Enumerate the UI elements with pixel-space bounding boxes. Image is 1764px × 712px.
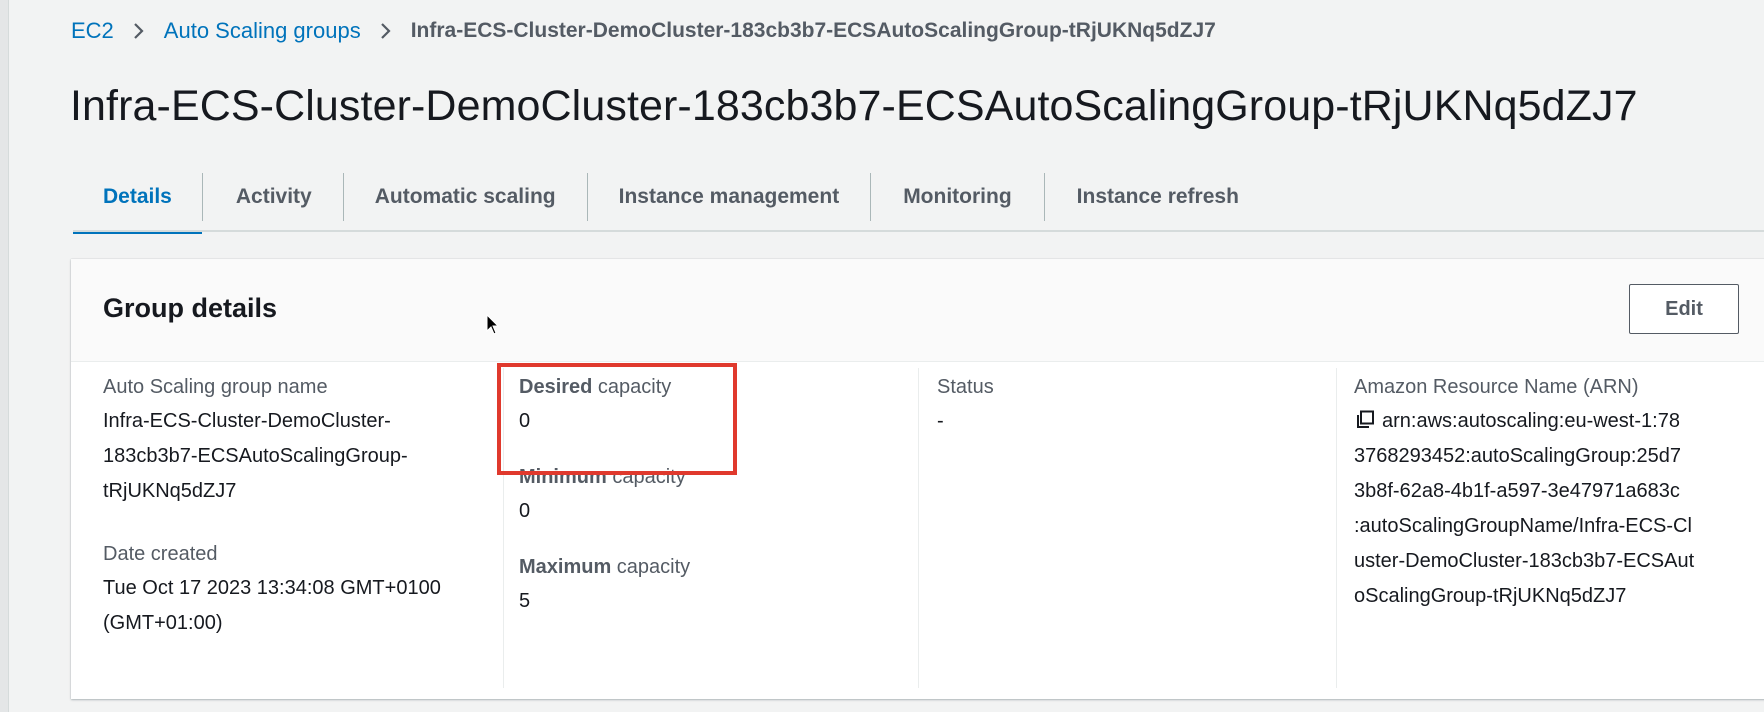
asg-name-label: Auto Scaling group name	[103, 376, 328, 398]
arn-line-text: arn:aws:autoscaling:eu-west-1:78	[1382, 410, 1680, 432]
date-created-line: Tue Oct 17 2023 13:34:08 GMT+0100	[103, 577, 441, 599]
group-details-panel: Group details Edit Auto Scaling group na…	[71, 259, 1764, 699]
arn-line: 3b8f-62a8-4b1f-a597-3e47971a683c	[1354, 480, 1680, 502]
maximum-capacity-label: Maximum capacity	[519, 552, 859, 582]
group-details-title: Group details	[103, 293, 278, 323]
desired-capacity-value: 0	[519, 410, 531, 432]
minimum-label-bold: Minimum	[519, 466, 607, 488]
mouse-cursor-icon	[486, 314, 500, 335]
chevron-right-icon	[114, 22, 164, 40]
tab-details[interactable]: Details	[73, 162, 202, 234]
breadcrumb: EC2 Auto Scaling groups Infra-ECS-Cluste…	[71, 16, 1216, 46]
arn-label: Amazon Resource Name (ARN)	[1354, 376, 1639, 398]
breadcrumb-current: Infra-ECS-Cluster-DemoCluster-183cb3b7-E…	[410, 19, 1216, 42]
chevron-right-icon	[361, 22, 411, 40]
minimum-label-rest: capacity	[606, 466, 686, 488]
maximum-label-bold: Maximum	[519, 556, 612, 578]
arn-line: 3768293452:autoScalingGroup:25d7	[1354, 445, 1681, 467]
minimum-capacity-label: Minimum capacity	[519, 462, 859, 492]
desired-label-bold: Desired	[519, 376, 593, 398]
tab-instance-refresh[interactable]: Instance refresh	[1045, 162, 1269, 232]
maximum-capacity-value: 5	[519, 590, 531, 612]
arn-line: :autoScalingGroupName/Infra-ECS-Cl	[1354, 515, 1692, 537]
date-created-label: Date created	[103, 543, 218, 565]
asg-name-line: tRjUKNq5dZJ7	[103, 480, 237, 502]
tab-list: Details Activity Automatic scaling Insta…	[73, 162, 1764, 234]
breadcrumb-ec2-link[interactable]: EC2	[71, 18, 114, 44]
tab-activity[interactable]: Activity	[203, 162, 343, 232]
asg-name-line: Infra-ECS-Cluster-DemoCluster-	[103, 410, 391, 432]
date-created-value: Tue Oct 17 2023 13:34:08 GMT+0100 (GMT+0…	[103, 571, 483, 641]
tab-monitoring[interactable]: Monitoring	[871, 162, 1043, 232]
tabs-underline	[73, 230, 1764, 232]
capacity-column: Desired capacity 0 Minimum capacity 0 Ma…	[519, 372, 859, 692]
tab-automatic-scaling[interactable]: Automatic scaling	[344, 162, 587, 232]
group-details-header: Group details Edit	[71, 259, 1764, 362]
date-created-line: (GMT+01:00)	[103, 612, 223, 634]
arn-line: oScalingGroup-tRjUKNq5dZJ7	[1354, 585, 1627, 607]
arn-line: arn:aws:autoscaling:eu-west-1:78	[1354, 404, 1738, 439]
column-divider	[918, 368, 919, 688]
arn-column: Amazon Resource Name (ARN) arn:aws:autos…	[1354, 372, 1764, 692]
desired-capacity-label: Desired capacity	[519, 372, 859, 402]
asg-name-line: 183cb3b7-ECSAutoScalingGroup-	[103, 445, 408, 467]
status-label: Status	[937, 376, 994, 398]
column-divider	[503, 368, 504, 688]
page-title: Infra-ECS-Cluster-DemoCluster-183cb3b7-E…	[70, 82, 1638, 130]
asg-name-value: Infra-ECS-Cluster-DemoCluster- 183cb3b7-…	[103, 404, 483, 509]
arn-line: uster-DemoCluster-183cb3b7-ECSAut	[1354, 550, 1695, 572]
tab-instance-management[interactable]: Instance management	[588, 162, 871, 232]
minimum-capacity-value: 0	[519, 500, 531, 522]
edit-button[interactable]: Edit	[1629, 284, 1739, 334]
asg-name-column: Auto Scaling group name Infra-ECS-Cluste…	[103, 372, 483, 692]
desired-label-rest: capacity	[592, 376, 672, 398]
arn-value: arn:aws:autoscaling:eu-west-1:78 3768293…	[1354, 404, 1738, 614]
copy-icon[interactable]	[1354, 407, 1376, 428]
maximum-label-rest: capacity	[611, 556, 691, 578]
status-column: Status -	[937, 372, 1277, 692]
column-divider	[1336, 368, 1337, 688]
status-value: -	[937, 410, 944, 432]
breadcrumb-auto-scaling-groups-link[interactable]: Auto Scaling groups	[164, 18, 361, 44]
left-navigation-edge[interactable]	[0, 0, 9, 712]
page: EC2 Auto Scaling groups Infra-ECS-Cluste…	[0, 0, 1764, 712]
